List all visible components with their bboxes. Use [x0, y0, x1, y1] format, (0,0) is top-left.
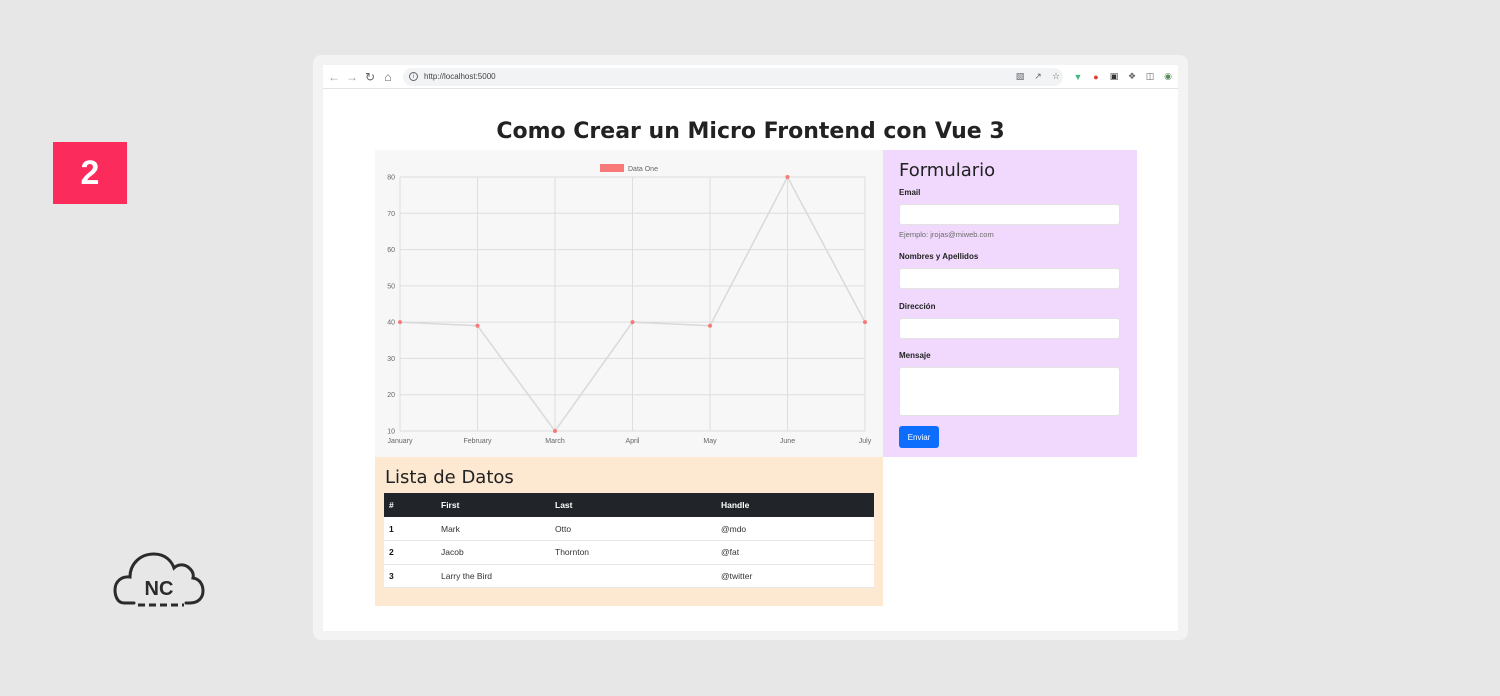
row-number: 2 [384, 540, 436, 565]
list-title: Lista de Datos [385, 467, 514, 488]
step-number-badge: 2 [53, 142, 127, 204]
row-number: 3 [384, 564, 436, 588]
message-textarea[interactable] [899, 367, 1120, 416]
row-last [550, 564, 716, 588]
y-tick-label: 40 [387, 320, 395, 327]
form-title: Formulario [899, 160, 996, 181]
y-tick-label: 30 [387, 356, 395, 363]
x-tick-label: June [780, 438, 795, 445]
legend-swatch [600, 164, 624, 172]
data-point [553, 429, 557, 433]
x-tick-label: July [859, 438, 872, 445]
row-first: Mark [436, 517, 550, 541]
row-last: Thornton [550, 540, 716, 565]
x-tick-label: February [463, 438, 492, 445]
x-tick-label: March [545, 438, 565, 445]
address-label: Dirección [899, 302, 936, 311]
y-tick-label: 20 [387, 392, 395, 399]
name-field[interactable] [899, 268, 1120, 289]
x-tick-label: April [625, 438, 639, 445]
table-row: 3 Larry the Bird @twitter [384, 564, 874, 588]
column-header-first: First [436, 493, 550, 517]
address-bar[interactable]: i http://localhost:5000 ▧ ↗ ☆ [403, 67, 1063, 86]
row-number: 1 [384, 517, 436, 541]
profile-avatar-icon[interactable]: ◉ [1159, 68, 1177, 86]
y-tick-label: 70 [387, 211, 395, 218]
home-icon[interactable]: ⌂ [379, 68, 397, 86]
row-handle: @mdo [716, 517, 874, 541]
reload-icon[interactable]: ↻ [361, 68, 379, 86]
y-tick-label: 50 [387, 283, 395, 290]
y-tick-label: 60 [387, 247, 395, 254]
table-row: 1 Mark Otto @mdo [384, 517, 874, 541]
cloud-logo-icon: NC [112, 548, 206, 612]
row-first: Jacob [436, 540, 550, 565]
browser-toolbar: ← → ↻ ⌂ i http://localhost:5000 ▧ ↗ ☆ ▼ … [323, 65, 1178, 89]
side-panel-icon[interactable]: ◫ [1141, 68, 1159, 86]
column-header-number: # [384, 493, 436, 517]
logo-text: NC [145, 578, 174, 600]
data-point [630, 320, 635, 325]
table-row: 2 Jacob Thornton @fat [384, 540, 874, 565]
submit-button[interactable]: Enviar [899, 426, 939, 448]
info-icon[interactable]: i [409, 72, 418, 81]
legend-label: Data One [628, 166, 658, 173]
y-tick-label: 10 [387, 429, 395, 436]
email-field[interactable] [899, 204, 1120, 225]
data-point [863, 320, 867, 325]
column-header-last: Last [550, 493, 716, 517]
data-point [708, 323, 712, 328]
translate-icon[interactable]: ▧ [1013, 70, 1027, 84]
row-last: Otto [550, 517, 716, 541]
contact-form: Formulario Email Ejemplo: jrojas@miweb.c… [883, 150, 1137, 457]
message-label: Mensaje [899, 351, 931, 360]
email-label: Email [899, 188, 921, 197]
y-tick-label: 80 [387, 175, 395, 182]
share-icon[interactable]: ↗ [1031, 70, 1045, 84]
row-first: Larry the Bird [436, 564, 550, 588]
browser-window: ← → ↻ ⌂ i http://localhost:5000 ▧ ↗ ☆ ▼ … [323, 65, 1178, 631]
forward-arrow-icon[interactable]: → [343, 68, 361, 86]
data-list-panel: Lista de Datos # First Last Handle 1 Mar… [375, 457, 883, 606]
data-point [475, 323, 480, 328]
row-handle: @twitter [716, 564, 874, 588]
name-label: Nombres y Apellidos [899, 252, 979, 261]
line-chart: 10 20 30 40 50 60 70 80 January February March Apri… [387, 164, 872, 445]
address-field[interactable] [899, 318, 1120, 339]
email-hint: Ejemplo: jrojas@miweb.com [899, 230, 994, 239]
line-chart-panel: 10 20 30 40 50 60 70 80 January February March Apri… [375, 150, 883, 457]
x-tick-label: January [388, 438, 413, 445]
screenshot-frame: ← → ↻ ⌂ i http://localhost:5000 ▧ ↗ ☆ ▼ … [313, 55, 1188, 640]
data-point [398, 320, 402, 325]
mail-extension-icon[interactable]: ▣ [1105, 68, 1123, 86]
extensions-puzzle-icon[interactable]: ❖ [1123, 68, 1141, 86]
column-header-handle: Handle [716, 493, 874, 517]
table-header-row: # First Last Handle [384, 493, 874, 517]
data-table: # First Last Handle 1 Mark Otto @mdo 2 J… [384, 493, 874, 588]
page-title: Como Crear un Micro Frontend con Vue 3 [496, 119, 1005, 144]
x-tick-label: May [703, 438, 717, 445]
row-handle: @fat [716, 540, 874, 565]
data-point [785, 175, 790, 179]
back-arrow-icon[interactable]: ← [325, 68, 343, 86]
bookmark-star-icon[interactable]: ☆ [1049, 70, 1063, 84]
red-extension-icon[interactable]: ● [1087, 68, 1105, 86]
url-text: http://localhost:5000 [424, 72, 496, 81]
vue-devtools-icon[interactable]: ▼ [1069, 68, 1087, 86]
